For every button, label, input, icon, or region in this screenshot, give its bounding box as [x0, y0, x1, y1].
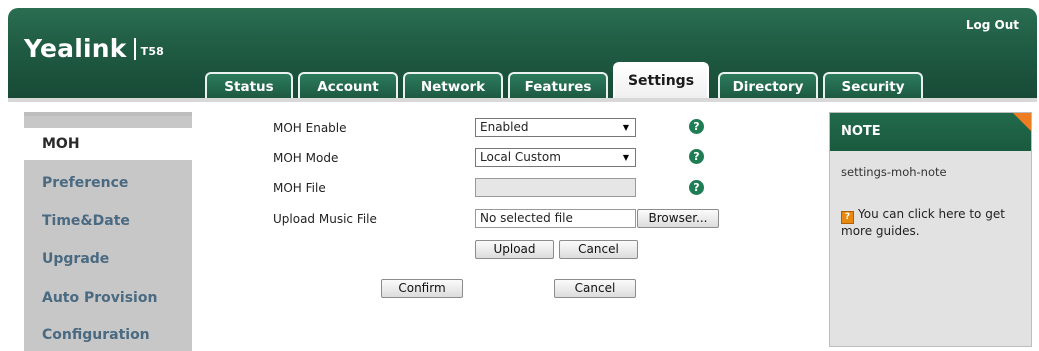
model-name: T58: [140, 45, 165, 58]
guide-link[interactable]: ? You can click here to get more guides.: [841, 207, 1026, 238]
tab-directory[interactable]: Directory: [718, 72, 818, 100]
logo-separator: [133, 38, 136, 60]
brand-name: Yealink: [24, 34, 127, 63]
moh-enable-value: Enabled: [480, 120, 529, 134]
sidebar-item-moh[interactable]: MOH: [24, 128, 192, 160]
tab-settings[interactable]: Settings: [613, 62, 709, 102]
sidebar-item-time-date[interactable]: Time&Date: [24, 205, 192, 237]
confirm-button[interactable]: Confirm: [381, 279, 463, 298]
sidebar-item-upgrade[interactable]: Upgrade: [24, 243, 192, 275]
tab-network[interactable]: Network: [403, 72, 503, 100]
upload-button[interactable]: Upload: [475, 240, 554, 259]
sidebar-item-auto-provision[interactable]: Auto Provision: [24, 282, 192, 314]
note-corner-icon: [1013, 113, 1031, 131]
upload-music-file-label: Upload Music File: [273, 212, 377, 226]
tab-status[interactable]: Status: [205, 72, 293, 100]
cancel-button[interactable]: Cancel: [554, 279, 636, 298]
moh-file-field: [475, 178, 636, 197]
note-title: NOTE: [841, 124, 881, 139]
header-bar: Yealink T58 Log Out Status Account Networ…: [8, 8, 1037, 102]
dropdown-arrow-icon: ▼: [622, 153, 629, 162]
tab-security[interactable]: Security: [823, 72, 923, 100]
moh-mode-value: Local Custom: [480, 150, 561, 164]
guide-link-text: You can click here to get more guides.: [841, 207, 1005, 238]
note-text: settings-moh-note: [841, 165, 947, 179]
sidebar-item-preference[interactable]: Preference: [24, 167, 192, 199]
sidebar: MOH Preference Time&Date Upgrade Auto Pr…: [24, 112, 192, 351]
moh-file-help-icon[interactable]: ?: [689, 180, 704, 195]
moh-enable-select[interactable]: Enabled ▼: [475, 118, 636, 137]
tab-account[interactable]: Account: [298, 72, 398, 100]
upload-cancel-button[interactable]: Cancel: [559, 240, 638, 259]
moh-file-label: MOH File: [273, 181, 326, 195]
note-panel: NOTE settings-moh-note ? You can click he…: [829, 112, 1032, 347]
moh-mode-help-icon[interactable]: ?: [689, 149, 704, 164]
sidebar-item-configuration[interactable]: Configuration: [24, 319, 192, 351]
note-header: NOTE: [830, 113, 1031, 151]
moh-mode-select[interactable]: Local Custom ▼: [475, 148, 636, 167]
dropdown-arrow-icon: ▼: [622, 123, 629, 132]
upload-file-field[interactable]: No selected file: [475, 209, 636, 228]
yealink-logo: Yealink T58: [24, 34, 164, 63]
browse-button[interactable]: Browser...: [637, 209, 719, 228]
moh-enable-help-icon[interactable]: ?: [689, 119, 704, 134]
tab-features[interactable]: Features: [508, 72, 608, 100]
moh-enable-label: MOH Enable: [273, 121, 347, 135]
moh-mode-label: MOH Mode: [273, 151, 339, 165]
guide-icon: ?: [841, 211, 854, 224]
logout-link[interactable]: Log Out: [966, 18, 1019, 32]
